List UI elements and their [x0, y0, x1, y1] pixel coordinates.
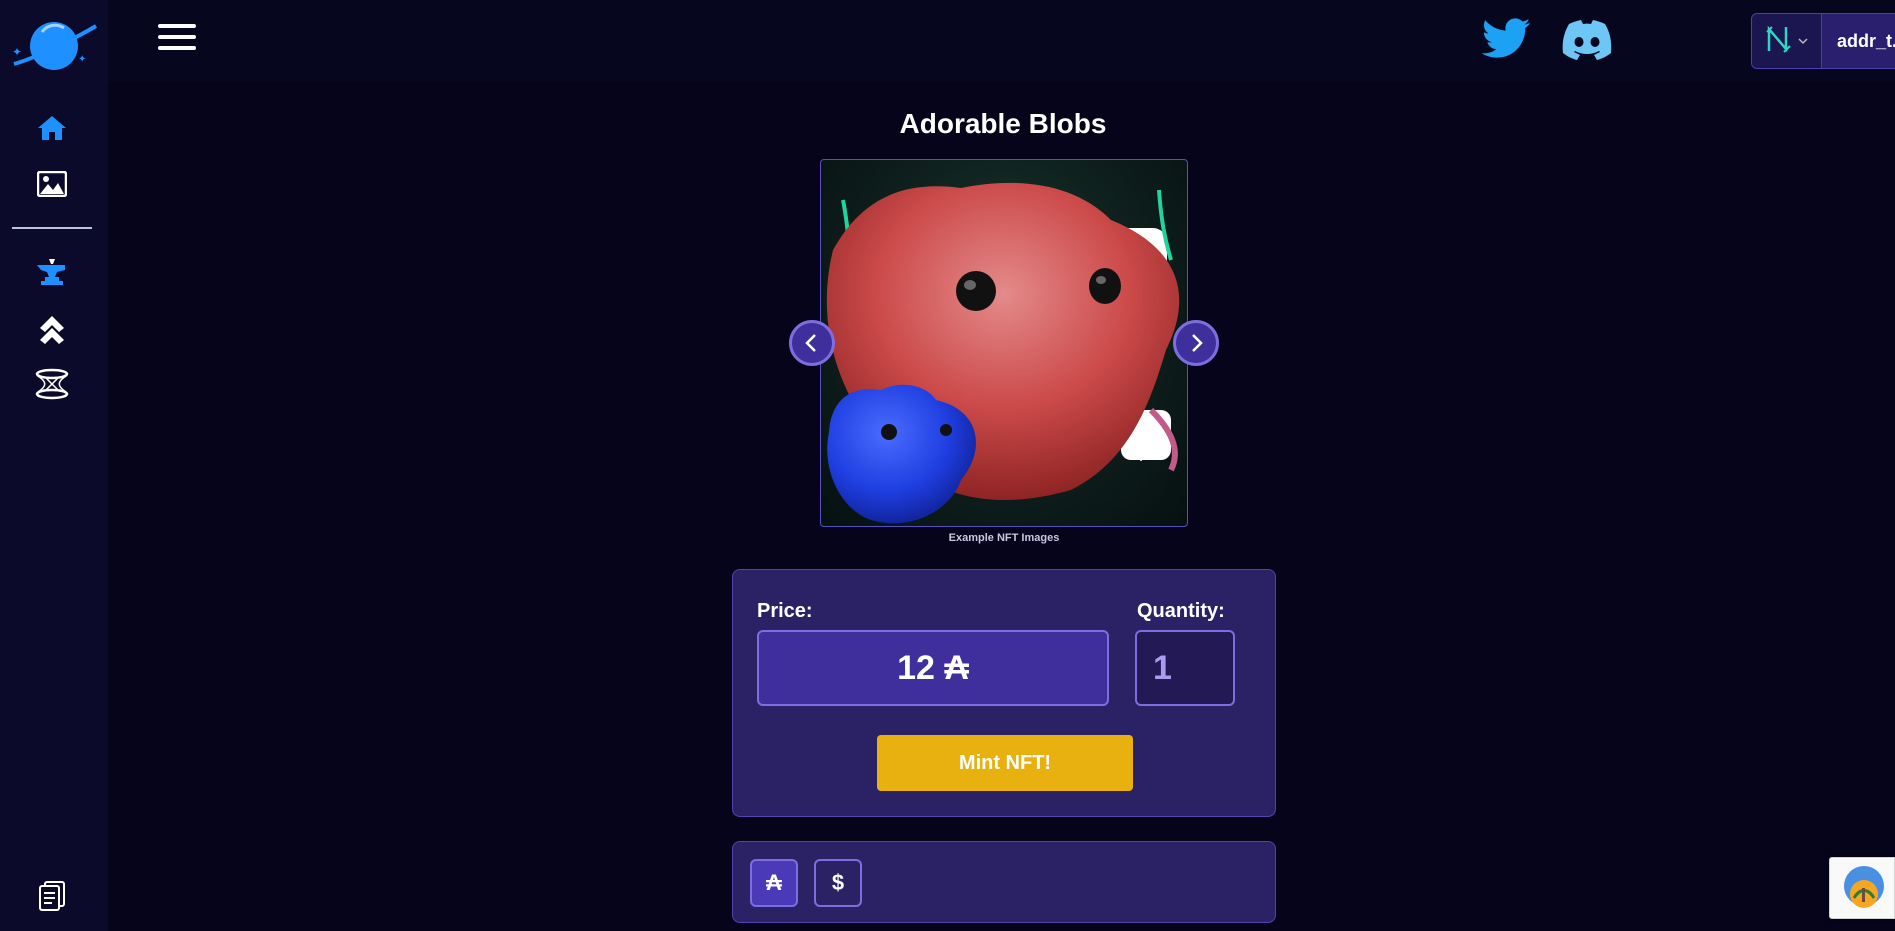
- sidebar-divider: [12, 227, 92, 229]
- sidebar: ✦ ✦: [0, 0, 108, 931]
- price-label: Price:: [757, 600, 813, 622]
- svg-text:✦: ✦: [12, 45, 22, 59]
- carousel-prev-button[interactable]: [789, 320, 835, 366]
- svg-text:✦: ✦: [78, 54, 86, 65]
- planet-logo[interactable]: ✦ ✦: [6, 18, 98, 74]
- mint-nft-button[interactable]: Mint NFT!: [877, 735, 1133, 791]
- documents-icon[interactable]: [34, 878, 70, 914]
- nami-wallet-icon: [1765, 24, 1792, 59]
- currency-panel: ₳ $: [732, 841, 1276, 923]
- menu-icon[interactable]: [158, 24, 196, 56]
- page-title: Adorable Blobs: [899, 108, 1107, 139]
- currency-ada-button[interactable]: ₳: [750, 859, 798, 907]
- wallet-connect[interactable]: addr_t...5lnx: [1751, 13, 1895, 69]
- portal-icon[interactable]: [34, 366, 70, 402]
- currency-usd-button[interactable]: $: [814, 859, 862, 907]
- anvil-icon[interactable]: [34, 254, 70, 290]
- home-icon[interactable]: [34, 110, 70, 146]
- wallet-address[interactable]: addr_t...5lnx: [1822, 14, 1895, 68]
- quantity-input[interactable]: 1: [1135, 630, 1235, 706]
- twitter-icon[interactable]: [1481, 18, 1534, 62]
- carousel-next-button[interactable]: [1173, 320, 1219, 366]
- mint-panel: Price: Quantity: 12 ₳ 1 Mint NFT!: [732, 569, 1276, 817]
- image-caption: Example NFT Images: [948, 532, 1060, 544]
- price-display: 12 ₳: [757, 630, 1109, 706]
- nft-example-image: [820, 159, 1188, 527]
- chevron-down-icon: [1797, 32, 1808, 50]
- wallet-selector[interactable]: [1752, 14, 1822, 68]
- chevrons-up-icon[interactable]: [34, 310, 70, 346]
- quantity-label: Quantity:: [1137, 600, 1225, 622]
- discord-icon[interactable]: [1561, 18, 1613, 62]
- top-navbar: addr_t...5lnx: [108, 0, 1895, 82]
- image-icon[interactable]: [34, 166, 70, 202]
- recaptcha-badge[interactable]: [1829, 857, 1895, 919]
